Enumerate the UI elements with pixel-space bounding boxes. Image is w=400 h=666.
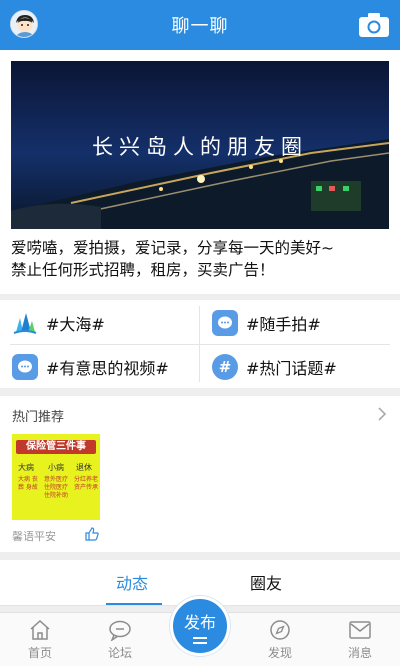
thumb-col: 意外医疗 住院医疗 住院补助 [44,476,69,499]
topic-label: #随手拍# [246,315,321,334]
nav-forum[interactable]: 论坛 [90,619,150,661]
camera-icon[interactable] [358,12,390,38]
hashtag-icon: # [212,354,238,380]
topic-item-sea[interactable]: #大海# [12,310,105,336]
menu-lines-icon [193,641,207,644]
chat-bubble-icon [12,354,38,380]
sea-icon [12,310,38,336]
home-icon [30,619,50,640]
section-title: 热门推荐 [12,410,65,425]
topic-item-hot[interactable]: # #热门话题# [212,354,337,380]
page-title: 聊一聊 [171,16,229,37]
nav-label: 论坛 [107,646,132,660]
thumb-col: 分红养老 资产传承 [74,476,99,491]
recommend-caption: 馨语平安 [12,530,56,543]
topic-label: #大海# [46,315,105,334]
tab-dynamic[interactable]: 动态 [116,570,148,594]
tab-members[interactable]: 圈友 [250,570,282,594]
publish-button[interactable]: 发布 [170,596,230,656]
thumbs-up-icon[interactable] [84,526,100,542]
topic-label: #热门话题# [246,359,337,378]
mail-icon [349,621,371,639]
banner-image[interactable]: 长兴岛人的朋友圈 [11,61,389,229]
group-banner-card: 长兴岛人的朋友圈 爱唠嗑，爱拍摄，爱记录，分享每一天的美好~ 禁止任何形式招聘，… [0,50,400,294]
thumb-col: 大病 丧葬 身故 [18,476,38,491]
divider [10,344,390,345]
topic-grid: #大海# #随手拍# #有意思的视频# # #热门话题# [0,300,400,388]
group-description: 爱唠嗑，爱拍摄，爱记录，分享每一天的美好~ 禁止任何形式招聘，租房，买卖广告！ [11,237,391,281]
publish-label: 发布 [183,612,216,632]
chat-bubble-icon [109,620,131,641]
thumb-headline: 保险管三件事 [26,441,86,452]
thumb-col: 退休 [76,463,92,472]
description-line-2: 禁止任何形式招聘，租房，买卖广告！ [11,261,275,279]
compass-icon [270,620,290,640]
avatar[interactable] [10,10,38,38]
topic-item-videos[interactable]: #有意思的视频# [12,354,169,380]
nav-discover[interactable]: 发现 [250,619,310,661]
topic-label: #有意思的视频# [46,359,169,378]
menu-lines-icon [193,636,207,639]
thumb-col: 大病 [18,463,34,472]
banner-overlay-text: 长兴岛人的朋友圈 [92,135,308,159]
thumb-col: 小病 [48,463,64,472]
chat-bubble-icon [212,310,238,336]
chevron-right-icon[interactable] [376,406,388,422]
nav-messages[interactable]: 消息 [330,619,390,661]
nav-label: 消息 [347,646,372,660]
app-root: 聊一聊 长兴岛人的朋友圈 爱唠嗑，爱拍摄，爱记录，分享每一天的美好~ 禁止任何形… [0,0,400,666]
top-bar: 聊一聊 [0,0,400,50]
nav-home[interactable]: 首页 [10,619,70,661]
active-tab-indicator [106,603,162,605]
description-line-1: 爱唠嗑，爱拍摄，爱记录，分享每一天的美好~ [11,239,334,257]
hot-recommend-section: 热门推荐 保险管三件事 大病 小病 退休 大病 丧葬 身故 意外医疗 住院医疗 … [0,396,400,552]
nav-label: 首页 [27,646,52,660]
topic-item-snapshot[interactable]: #随手拍# [212,310,321,336]
nav-label: 发现 [267,646,292,660]
recommend-thumbnail[interactable]: 保险管三件事 大病 小病 退休 大病 丧葬 身故 意外医疗 住院医疗 住院补助 … [12,434,100,520]
